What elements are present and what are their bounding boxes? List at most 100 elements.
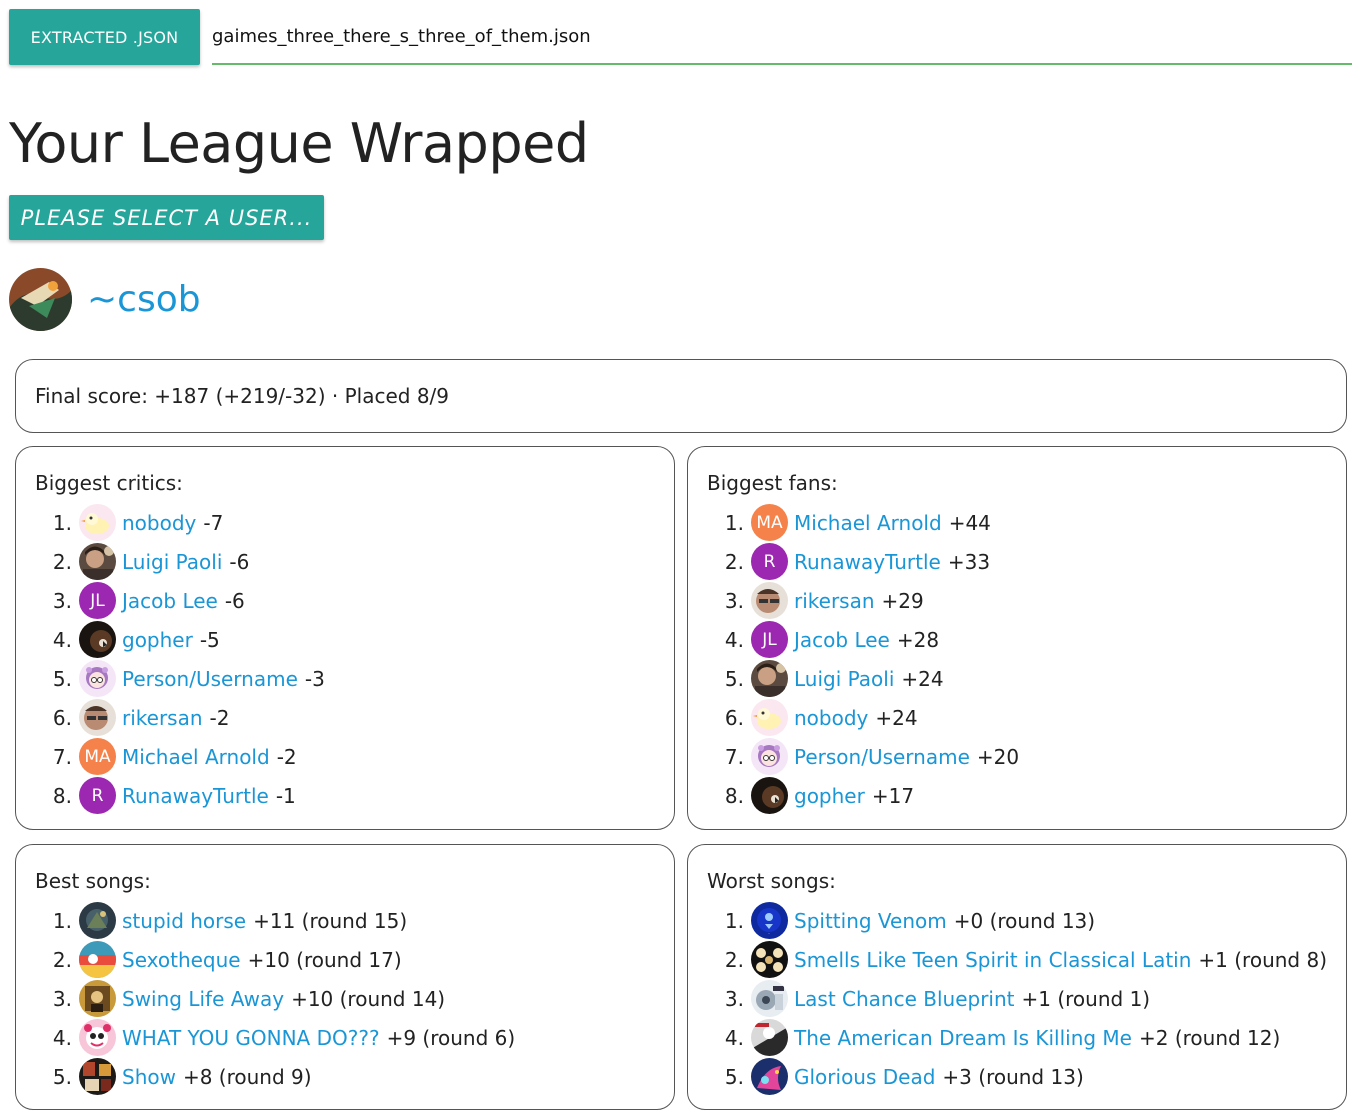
song-score: +10 (round 14) — [291, 986, 446, 1011]
user-link[interactable]: rikersan — [122, 706, 203, 730]
song-link[interactable]: The American Dream Is Killing Me — [794, 1026, 1132, 1050]
song-score: +1 (round 1) — [1021, 986, 1151, 1011]
list-item: 1. stupid horse +11 (round 15) — [16, 901, 515, 940]
list-item: 1. · Spitting Venom +0 (round 13) — [688, 901, 1327, 940]
score-value: -2 — [276, 744, 297, 769]
song-link[interactable]: Last Chance Blueprint — [794, 987, 1015, 1011]
list-item: 6. rikersan -2 — [16, 698, 325, 737]
score-value: -6 — [224, 588, 245, 613]
rank-number: 5. — [52, 1064, 72, 1089]
score-value: +44 — [948, 510, 991, 535]
song-score: +3 (round 13) — [942, 1064, 1084, 1089]
song-link[interactable]: stupid horse — [122, 909, 246, 933]
score-value: +33 — [947, 549, 991, 574]
song-score: +11 (round 15) — [253, 908, 408, 933]
rank-number: 5. — [724, 666, 744, 691]
user-link[interactable]: Luigi Paoli — [122, 550, 222, 574]
list-item: 7. MA Michael Arnold -2 — [16, 737, 325, 776]
song-link[interactable]: Smells Like Teen Spirit in Classical Lat… — [794, 948, 1191, 972]
rank-number: 1. — [724, 908, 744, 933]
song-score: +1 (round 8) — [1198, 947, 1327, 972]
rank-number: 1. — [52, 908, 72, 933]
svg-text:·: · — [768, 931, 769, 936]
user-link[interactable]: Luigi Paoli — [794, 667, 894, 691]
select-user-button[interactable]: PLEASE SELECT A USER... — [9, 195, 324, 240]
rank-number: 5. — [52, 666, 72, 691]
avatar — [751, 777, 788, 814]
song-score: +10 (round 17) — [247, 947, 402, 972]
user-avatar — [9, 267, 72, 331]
panel-title: Best songs: — [35, 869, 151, 893]
rank-number: 3. — [52, 986, 72, 1011]
score-value: +20 — [976, 744, 1020, 769]
score-value: -5 — [199, 627, 220, 652]
user-link[interactable]: Person/Username — [122, 667, 298, 691]
worst-songs-panel: Worst songs: 1. · Spitting Venom +0 (round … — [687, 844, 1347, 1110]
list-item: 3. Swing Life Away +10 (round 14) — [16, 979, 515, 1018]
list-item: 1. MA Michael Arnold +44 — [688, 503, 1019, 542]
user-link[interactable]: Jacob Lee — [122, 589, 218, 613]
list-item: 5. Glorious Dead +3 (round 13) — [688, 1057, 1327, 1096]
avatar — [751, 660, 788, 697]
rank-number: 1. — [52, 510, 72, 535]
album-art — [79, 980, 116, 1017]
score-value: -6 — [229, 549, 250, 574]
list-item: 4. The American Dream Is Killing Me +2 (ro… — [688, 1018, 1327, 1057]
user-link[interactable]: Jacob Lee — [794, 628, 890, 652]
score-value: -3 — [304, 666, 325, 691]
score-value: +24 — [901, 666, 944, 691]
initials-avatar: JL — [751, 621, 788, 658]
avatar — [751, 738, 788, 775]
song-link[interactable]: Glorious Dead — [794, 1065, 935, 1089]
rank-number: 7. — [52, 744, 72, 769]
album-art — [751, 1058, 788, 1095]
score-value: +28 — [896, 627, 940, 652]
user-header: ~csob — [9, 267, 201, 331]
user-link[interactable]: Michael Arnold — [122, 745, 270, 769]
user-link[interactable]: Person/Username — [794, 745, 970, 769]
rank-number: 8. — [724, 783, 744, 808]
user-link[interactable]: nobody — [794, 706, 868, 730]
file-select-button[interactable]: EXTRACTED .JSON — [9, 9, 200, 65]
song-link[interactable]: Swing Life Away — [122, 987, 284, 1011]
rank-number: 7. — [724, 744, 744, 769]
list-item: 3. JL Jacob Lee -6 — [16, 581, 325, 620]
rank-number: 8. — [52, 783, 72, 808]
summary-panel: Final score: +187 (+219/-32) · Placed 8/… — [15, 359, 1347, 433]
user-link[interactable]: Michael Arnold — [794, 511, 942, 535]
biggest-critics-panel: Biggest critics: 1. nobody -7 2. Luigi Paoli… — [15, 446, 675, 830]
score-value: +24 — [875, 705, 918, 730]
rank-number: 6. — [52, 705, 72, 730]
score-value: +17 — [871, 783, 915, 808]
user-link[interactable]: rikersan — [794, 589, 875, 613]
initials-avatar: MA — [751, 504, 788, 541]
rank-number: 3. — [52, 588, 72, 613]
best-songs-list: 1. stupid horse +11 (round 15) 2. Sexotheque… — [16, 901, 515, 1096]
rank-number: 4. — [724, 627, 744, 652]
user-link[interactable]: RunawayTurtle — [122, 784, 269, 808]
rank-number: 1. — [724, 510, 744, 535]
list-item: 8. R RunawayTurtle -1 — [16, 776, 325, 815]
user-link[interactable]: RunawayTurtle — [794, 550, 941, 574]
score-value: -7 — [203, 510, 224, 535]
initials-avatar: R — [79, 777, 116, 814]
file-path-input[interactable] — [212, 9, 1352, 65]
list-item: 4. JL Jacob Lee +28 — [688, 620, 1019, 659]
user-name-link[interactable]: ~csob — [87, 279, 201, 320]
list-item: 4. WHAT YOU GONNA DO??? +9 (round 6) — [16, 1018, 515, 1057]
user-link[interactable]: nobody — [122, 511, 196, 535]
album-art — [79, 1058, 116, 1095]
score-value: +29 — [881, 588, 924, 613]
fans-list: 1. MA Michael Arnold +44 2. R RunawayTurtle +33… — [688, 503, 1019, 815]
rank-number: 3. — [724, 588, 744, 613]
user-link[interactable]: gopher — [794, 784, 865, 808]
avatar — [79, 660, 116, 697]
song-link[interactable]: Show — [122, 1065, 176, 1089]
user-link[interactable]: gopher — [122, 628, 193, 652]
song-link[interactable]: Spitting Venom — [794, 909, 947, 933]
panel-title: Biggest critics: — [35, 471, 183, 495]
critics-list: 1. nobody -7 2. Luigi Paoli -6 3. JL Jacob Lee -6… — [16, 503, 325, 815]
song-link[interactable]: Sexotheque — [122, 948, 241, 972]
final-score-text: Final score: +187 (+219/-32) · Placed 8/… — [35, 384, 450, 408]
song-link[interactable]: WHAT YOU GONNA DO??? — [122, 1026, 380, 1050]
